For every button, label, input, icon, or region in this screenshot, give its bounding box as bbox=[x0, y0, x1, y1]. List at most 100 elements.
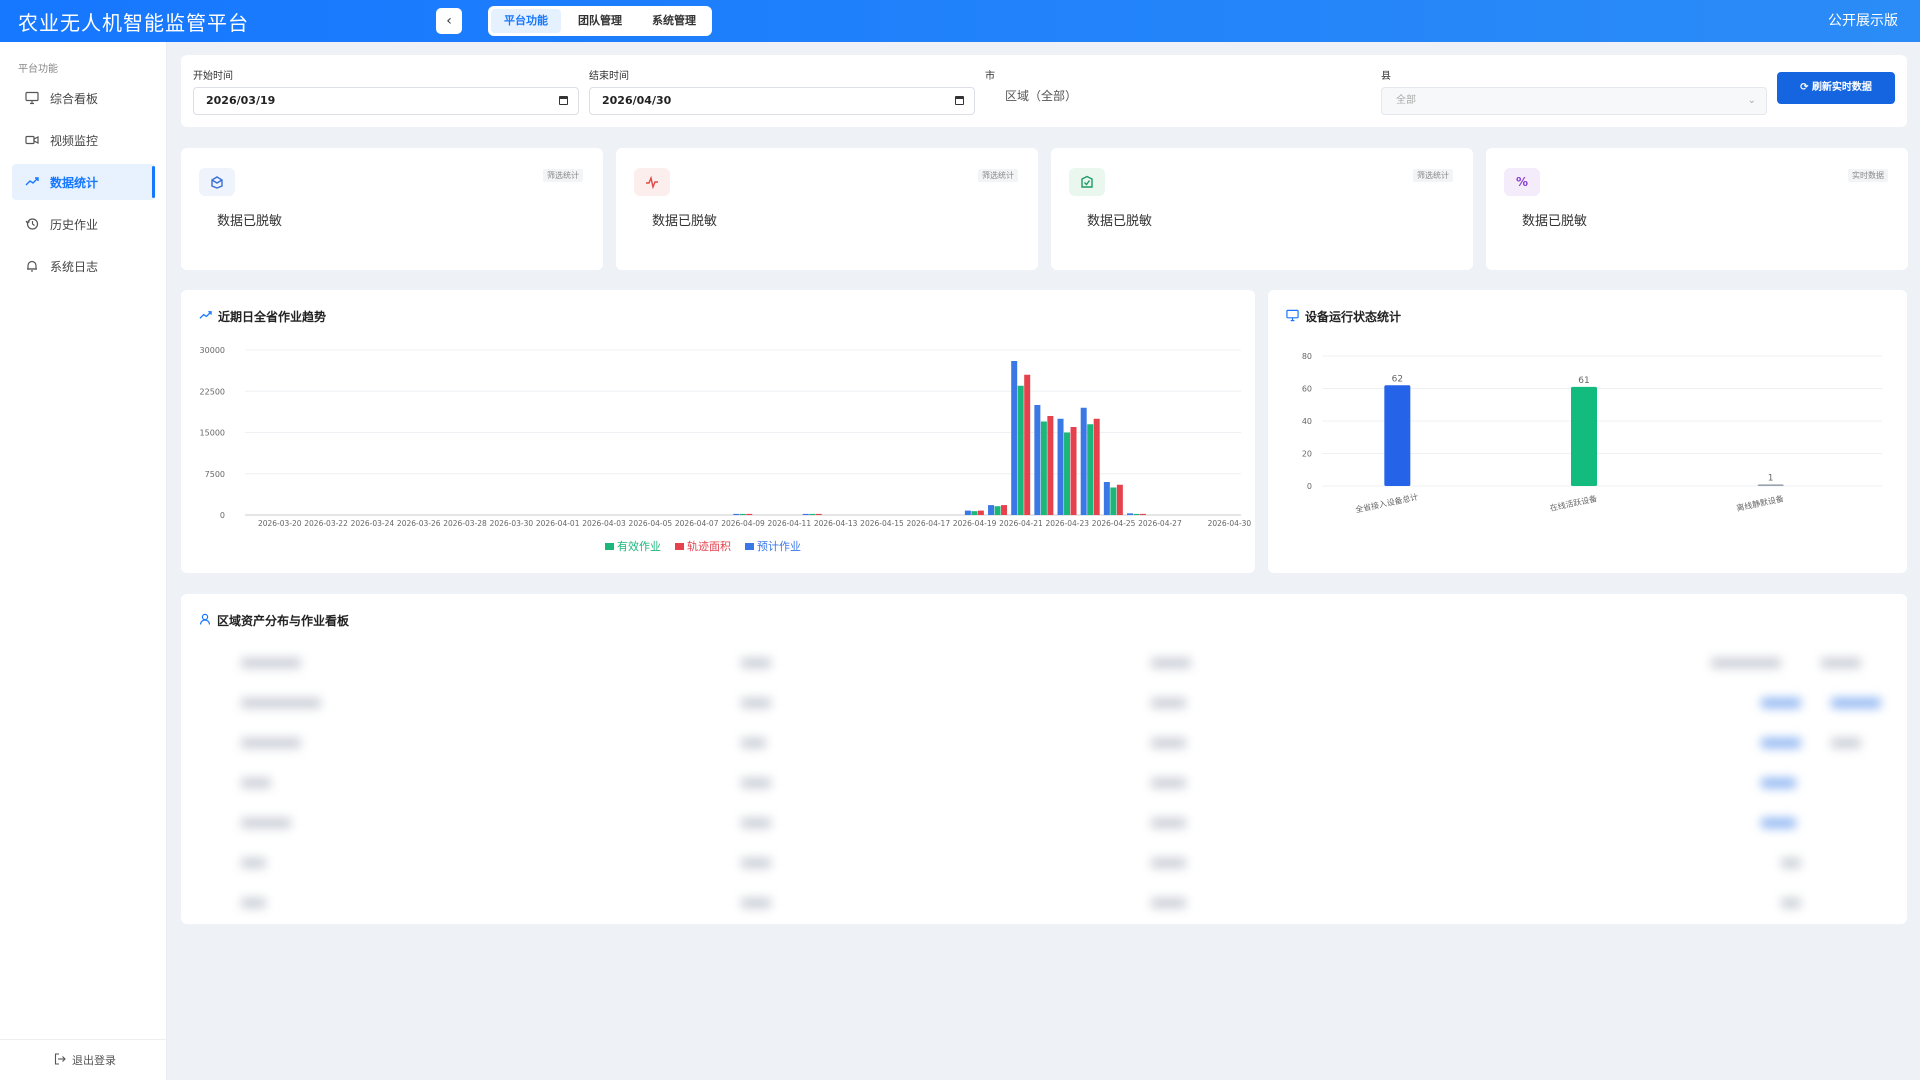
calendar-icon[interactable] bbox=[955, 96, 964, 105]
x-tick-label: 2026-04-13 bbox=[814, 519, 858, 528]
y-tick-label: 20 bbox=[1302, 450, 1312, 459]
y-tick-label: 7500 bbox=[205, 470, 225, 479]
blurred-cell bbox=[241, 818, 291, 828]
sidebar-divider bbox=[0, 1039, 167, 1040]
blurred-cell bbox=[241, 898, 266, 908]
city-label: 市 bbox=[985, 71, 995, 82]
blurred-cell bbox=[1781, 858, 1801, 868]
blurred-cell bbox=[741, 698, 771, 708]
history-icon bbox=[24, 216, 40, 232]
region-asset-table-card: 区域资产分布与作业看板 bbox=[181, 594, 1907, 924]
trend-icon bbox=[24, 174, 40, 190]
bar-预计作业 bbox=[802, 513, 809, 515]
tab-platform[interactable]: 平台功能 bbox=[491, 9, 561, 33]
x-tick-label: 2026-04-21 bbox=[999, 519, 1043, 528]
bar-有效作业 bbox=[1017, 385, 1024, 515]
sidebar-item-statistics[interactable]: 数据统计 bbox=[12, 164, 155, 200]
x-tick-label: 2026-04-30 bbox=[1208, 519, 1252, 528]
city-select[interactable]: 区域（全部） bbox=[985, 87, 1371, 104]
start-date-input[interactable]: 2026/03/19 bbox=[193, 87, 579, 115]
blurred-cell bbox=[1761, 738, 1801, 748]
logout-button[interactable]: 退出登录 bbox=[54, 1052, 116, 1068]
sidebar-item-label: 视频监控 bbox=[50, 133, 99, 148]
stat-card-4: % 实时数据 数据已脱敏 bbox=[1486, 148, 1908, 270]
user-icon bbox=[199, 613, 211, 628]
blurred-cell bbox=[1831, 698, 1881, 708]
blurred-cell bbox=[1151, 698, 1186, 708]
bar-轨迹面积 bbox=[1047, 416, 1054, 515]
blurred-cell bbox=[241, 858, 266, 868]
sidebar-item-dashboard[interactable]: 综合看板 bbox=[12, 80, 155, 116]
bar-预计作业 bbox=[733, 513, 740, 515]
blurred-cell bbox=[741, 898, 771, 908]
bar-预计作业 bbox=[1057, 418, 1064, 515]
blurred-cell bbox=[1151, 738, 1186, 748]
legend-label: 轨迹面积 bbox=[687, 539, 731, 553]
sidebar-item-video[interactable]: 视频监控 bbox=[12, 122, 155, 158]
bar-有效作业 bbox=[1040, 421, 1047, 515]
device-bar bbox=[1757, 484, 1784, 486]
blurred-cell bbox=[241, 658, 301, 668]
bar-value-label: 62 bbox=[1392, 374, 1403, 384]
legend-swatch bbox=[605, 543, 614, 550]
blurred-cell bbox=[1821, 658, 1861, 668]
blurred-cell bbox=[1151, 778, 1186, 788]
legend-label: 预计作业 bbox=[757, 540, 801, 553]
stat-card-2: 筛选统计 数据已脱敏 bbox=[616, 148, 1038, 270]
x-tick-label: 2026-03-26 bbox=[397, 519, 441, 528]
tab-team[interactable]: 团队管理 bbox=[565, 9, 635, 33]
y-tick-label: 30000 bbox=[200, 346, 225, 355]
video-camera-icon bbox=[24, 132, 40, 148]
device-bar bbox=[1571, 386, 1597, 486]
x-tick-label: 离线静默设备 bbox=[1736, 493, 1785, 513]
sidebar-item-label: 历史作业 bbox=[50, 217, 99, 232]
x-tick-label: 2026-04-05 bbox=[629, 519, 673, 528]
x-tick-label: 2026-04-25 bbox=[1092, 519, 1136, 528]
sidebar-item-label: 数据统计 bbox=[50, 175, 99, 190]
start-date-value: 2026/03/19 bbox=[206, 94, 276, 107]
collapse-sidebar-button[interactable]: ‹ bbox=[436, 8, 462, 34]
blurred-cell bbox=[741, 658, 771, 668]
logout-label: 退出登录 bbox=[72, 1054, 116, 1067]
x-tick-label: 2026-04-09 bbox=[721, 519, 765, 528]
bar-轨迹面积 bbox=[1070, 427, 1077, 515]
sidebar: 平台功能 综合看板 视频监控 数据统计 历史作业 系统日志 退出登录 bbox=[0, 42, 167, 1080]
bar-预计作业 bbox=[1103, 482, 1110, 515]
blurred-cell bbox=[1761, 698, 1801, 708]
end-date-input[interactable]: 2026/04/30 bbox=[589, 87, 975, 115]
sidebar-item-logs[interactable]: 系统日志 bbox=[12, 248, 155, 284]
blurred-cell bbox=[1761, 778, 1796, 788]
stat-card-3: 筛选统计 数据已脱敏 bbox=[1051, 148, 1473, 270]
sidebar-nav: 综合看板 视频监控 数据统计 历史作业 系统日志 bbox=[12, 80, 155, 290]
y-tick-label: 22500 bbox=[200, 387, 225, 396]
y-tick-label: 80 bbox=[1302, 352, 1312, 361]
bell-icon bbox=[24, 258, 40, 274]
x-tick-label: 2026-04-11 bbox=[768, 519, 812, 528]
device-chart-card: 设备运行状态统计 0 20 40 60 80 62 全省接入设备总计 61 在线活跃设备 1 离线静… bbox=[1268, 290, 1907, 573]
bar-轨迹面积 bbox=[1001, 505, 1008, 515]
blurred-table bbox=[181, 644, 1907, 924]
sidebar-section-label: 平台功能 bbox=[18, 64, 58, 75]
refresh-data-button[interactable]: ⟳ 刷新实时数据 bbox=[1777, 72, 1895, 104]
blurred-cell bbox=[1151, 658, 1191, 668]
end-date-value: 2026/04/30 bbox=[602, 94, 672, 107]
x-tick-label: 2026-04-07 bbox=[675, 519, 719, 528]
x-tick-label: 2026-04-17 bbox=[907, 519, 951, 528]
chevron-left-icon: ‹ bbox=[446, 13, 452, 29]
calendar-icon[interactable] bbox=[559, 96, 568, 105]
blurred-cell bbox=[241, 738, 301, 748]
sidebar-item-history[interactable]: 历史作业 bbox=[12, 206, 155, 242]
blurred-cell bbox=[741, 738, 766, 748]
blurred-cell bbox=[1151, 858, 1186, 868]
tab-system[interactable]: 系统管理 bbox=[639, 9, 709, 33]
y-tick-label: 60 bbox=[1302, 385, 1312, 394]
blurred-cell bbox=[741, 858, 771, 868]
stat-tag: 筛选统计 bbox=[1413, 169, 1453, 182]
legend-swatch bbox=[745, 543, 754, 550]
blurred-cell bbox=[1761, 818, 1796, 828]
end-date-field: 结束时间 2026/04/30 bbox=[589, 67, 975, 115]
blurred-cell bbox=[1711, 658, 1781, 668]
bar-轨迹面积 bbox=[746, 513, 753, 515]
x-tick-label: 2026-03-30 bbox=[490, 519, 534, 528]
county-select[interactable]: 全部 ⌄ bbox=[1381, 87, 1767, 115]
